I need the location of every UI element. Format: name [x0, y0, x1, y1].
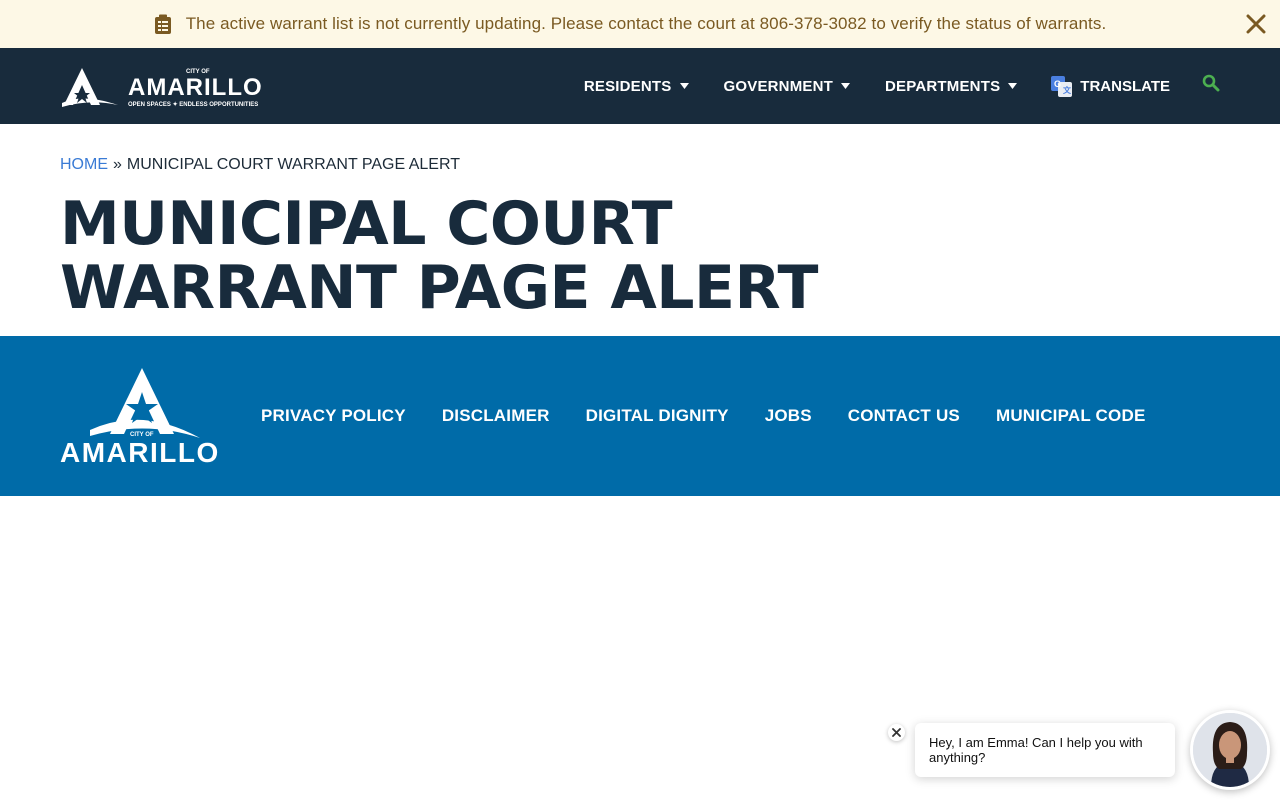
breadcrumb: HOME » MUNICIPAL COURT WARRANT PAGE ALER… — [60, 156, 460, 174]
page-title-line-1: MUNICIPAL COURT — [60, 189, 673, 259]
footer-link-disclaimer[interactable]: DISCLAIMER — [442, 406, 550, 426]
footer-link-digital-dignity[interactable]: DIGITAL DIGNITY — [586, 406, 729, 426]
translate-label: TRANSLATE — [1080, 77, 1170, 95]
footer-link-contact-us[interactable]: CONTACT US — [848, 406, 960, 426]
nav-departments[interactable]: DEPARTMENTS — [885, 77, 1018, 95]
footer-logo-mark: CITY OF AMARILLO — [60, 368, 220, 468]
alert-close-button[interactable] — [1242, 10, 1270, 38]
alert-message: The active warrant list is not currently… — [185, 14, 1107, 33]
footer-nav: PRIVACY POLICY DISCLAIMER DIGITAL DIGNIT… — [261, 336, 1181, 496]
svg-text:文: 文 — [1063, 85, 1072, 95]
clipboard-icon — [154, 14, 171, 34]
amarillo-logo[interactable]: CITY OF AMARILLO OPEN SPACES ✦ ENDLESS O… — [60, 65, 272, 109]
main-nav: RESIDENTS GOVERNMENT DEPARTMENTS G 文 TRA… — [584, 48, 1220, 124]
nav-residents-label: RESIDENTS — [583, 77, 672, 95]
assistant-avatar-icon — [1193, 713, 1267, 787]
amarillo-logo-mark: CITY OF AMARILLO OPEN SPACES ✦ ENDLESS O… — [62, 68, 263, 108]
svg-text:AMARILLO: AMARILLO — [60, 437, 220, 464]
page-title-line-2: WARRANT PAGE ALERT — [60, 253, 818, 323]
search-button[interactable] — [1202, 74, 1220, 92]
page-title: MUNICIPAL COURT WARRANT PAGE ALERT — [60, 192, 960, 320]
caret-down-icon — [1008, 83, 1018, 89]
caret-down-icon — [679, 83, 689, 89]
chat-assistant-avatar[interactable] — [1190, 710, 1270, 790]
alert-bar: The active warrant list is not currently… — [0, 0, 1280, 48]
svg-text:G: G — [1054, 79, 1061, 89]
nav-departments-label: DEPARTMENTS — [885, 77, 1001, 95]
alert-content: The active warrant list is not currently… — [154, 14, 1107, 34]
footer-link-jobs[interactable]: JOBS — [765, 406, 812, 426]
nav-residents[interactable]: RESIDENTS — [584, 78, 689, 95]
caret-down-icon — [841, 83, 851, 89]
nav-government-label: GOVERNMENT — [723, 77, 834, 95]
close-icon — [1246, 14, 1266, 34]
chat-greeting-bubble[interactable]: Hey, I am Emma! Can I help you with anyt… — [915, 723, 1175, 777]
footer-amarillo-logo[interactable]: CITY OF AMARILLO — [60, 366, 226, 468]
svg-text:AMARILLO: AMARILLO — [128, 74, 263, 101]
site-header: CITY OF AMARILLO OPEN SPACES ✦ ENDLESS O… — [0, 48, 1280, 124]
footer-link-privacy-policy[interactable]: PRIVACY POLICY — [261, 406, 406, 426]
search-icon — [1202, 74, 1220, 92]
close-icon — [892, 728, 901, 737]
breadcrumb-separator: » — [113, 156, 122, 173]
chat-greeting-text: Hey, I am Emma! Can I help you with anyt… — [929, 735, 1143, 765]
site-footer: CITY OF AMARILLO PRIVACY POLICY DISCLAIM… — [0, 336, 1280, 496]
breadcrumb-current: MUNICIPAL COURT WARRANT PAGE ALERT — [126, 156, 461, 173]
svg-text:OPEN SPACES ✦ ENDLESS OPPORTUN: OPEN SPACES ✦ ENDLESS OPPORTUNITIES — [128, 101, 258, 108]
translate-button[interactable]: G 文 TRANSLATE — [1051, 75, 1170, 97]
nav-government[interactable]: GOVERNMENT — [724, 78, 851, 95]
breadcrumb-home-link[interactable]: HOME — [60, 156, 108, 174]
google-translate-icon: G 文 — [1051, 75, 1073, 97]
footer-link-municipal-code[interactable]: MUNICIPAL CODE — [996, 406, 1146, 426]
chat-close-button[interactable] — [888, 724, 905, 741]
